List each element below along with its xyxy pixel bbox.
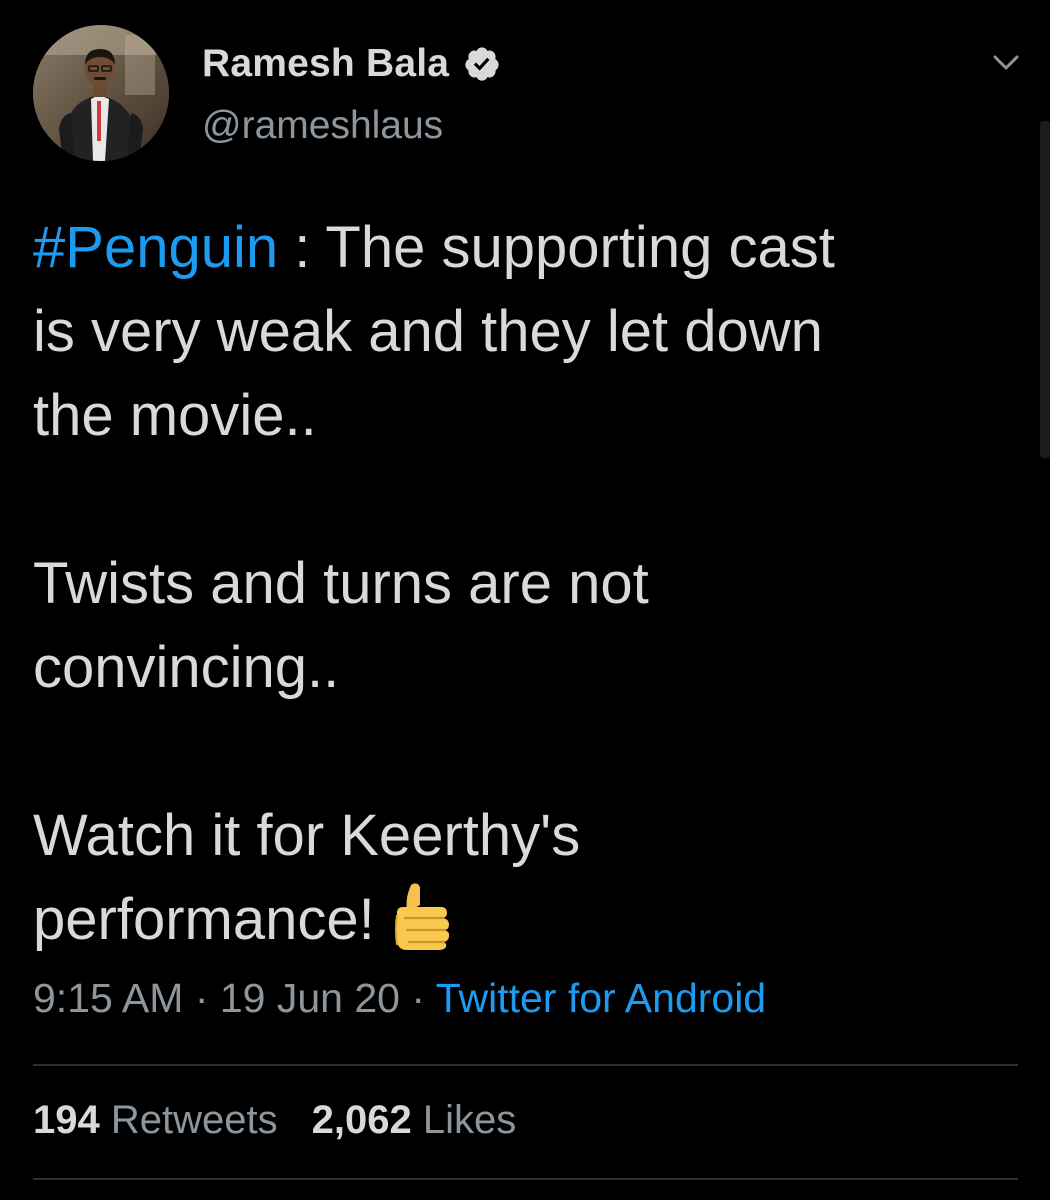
tweet-date[interactable]: 19 Jun 20 xyxy=(220,975,400,1021)
tweet-source-link[interactable]: Twitter for Android xyxy=(436,975,766,1021)
avatar-photo xyxy=(33,25,169,161)
retweets-stat[interactable]: 194 Retweets xyxy=(33,1098,278,1142)
tweet-line: convincing.. xyxy=(33,635,340,700)
author-handle[interactable]: @rameshlaus xyxy=(202,104,443,148)
tweet-time[interactable]: 9:15 AM xyxy=(33,975,183,1021)
retweets-count: 194 xyxy=(33,1098,100,1142)
scrollbar[interactable] xyxy=(1040,121,1050,458)
chevron-down-icon[interactable] xyxy=(986,46,1026,80)
retweets-label: Retweets xyxy=(99,1098,278,1142)
tweet-line: the movie.. xyxy=(33,383,317,448)
tweet-line-text: performance! xyxy=(33,887,375,952)
verified-badge-icon xyxy=(465,47,499,81)
tweet-meta: 9:15 AM · 19 Jun 20 · Twitter for Androi… xyxy=(33,975,766,1022)
divider xyxy=(33,1178,1018,1180)
avatar[interactable] xyxy=(33,25,169,161)
hashtag-link[interactable]: #Penguin xyxy=(33,215,278,280)
divider xyxy=(33,1064,1018,1066)
likes-label: Likes xyxy=(411,1098,517,1142)
meta-separator: · xyxy=(183,975,220,1021)
tweet-line: Twists and turns are not xyxy=(33,551,649,616)
likes-count: 2,062 xyxy=(311,1098,412,1142)
tweet-line-text: : The supporting cast xyxy=(278,215,835,280)
tweet-line: is very weak and they let down xyxy=(33,299,823,364)
tweet-line: performance! xyxy=(33,878,1023,962)
thumbs-up-icon xyxy=(394,883,449,950)
tweet-detail: Ramesh Bala @rameshlaus #Penguin : The s… xyxy=(0,0,1050,1200)
likes-stat[interactable]: 2,062 Likes xyxy=(312,1098,517,1142)
author-display-name[interactable]: Ramesh Bala xyxy=(202,42,449,86)
meta-separator: · xyxy=(399,975,436,1021)
tweet-line: #Penguin : The supporting cast xyxy=(33,206,1023,290)
tweet-stats: 194 Retweets 2,062 Likes xyxy=(33,1098,516,1143)
author-name-row[interactable]: Ramesh Bala xyxy=(202,40,501,88)
tweet-text: #Penguin : The supporting cast is very w… xyxy=(33,206,1023,962)
tweet-line: Watch it for Keerthy's xyxy=(33,803,581,868)
